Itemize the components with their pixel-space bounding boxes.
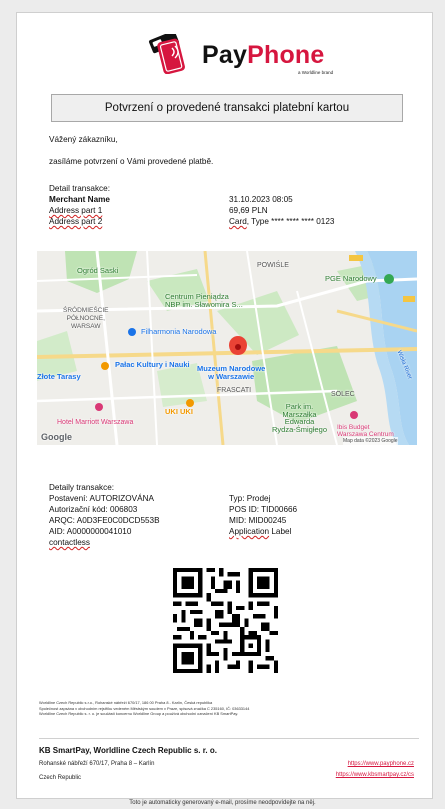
map-label: UKI UKI	[165, 407, 193, 416]
map-label: Filharmonia Narodowa	[141, 327, 217, 336]
company-address: Rohanské nábřeží 670/17, Praha 8 – Karlí…	[39, 761, 155, 767]
kbsmartpay-link[interactable]: https://www.kbsmartpay.cz/cs	[336, 772, 414, 778]
legal-text: Worldline Czech Republic s.r.o., Rohansk…	[39, 700, 250, 717]
map-label: POWIŚLE	[257, 262, 289, 269]
map-label: SOLEC	[331, 391, 355, 398]
auth-code: Autorizační kód: 006803	[49, 505, 138, 514]
aid: AID: A0000000041010	[49, 527, 132, 536]
map-label: Ibis Budget Warszawa Centrum	[337, 424, 394, 438]
email-receipt: PayPhone a Worldline brand Potvrzení o p…	[16, 12, 433, 799]
greeting: Vážený zákazníku,	[49, 135, 118, 144]
intro-text: zasíláme potvrzení o Vámi provedené plat…	[49, 157, 214, 166]
transaction-amount: 69,69 PLN	[229, 206, 268, 215]
merchant-name: Merchant Name	[49, 195, 110, 204]
transaction-type: Typ: Prodej	[229, 494, 271, 503]
footer-divider	[39, 738, 419, 739]
map-label: ŚRÓDMIEŚCIE PÓŁNOCNE, WARSAW	[63, 307, 109, 330]
map-attribution: Map data ©2023 Google	[343, 437, 398, 445]
map-label: Muzeum Narodowe w Warszawie	[197, 364, 266, 381]
arqc: ARQC: A0D3FE0C0DCD553B	[49, 516, 160, 525]
google-logo: Google	[41, 432, 72, 442]
map-label: Ogród Saski	[77, 266, 119, 275]
transaction-datetime: 31.10.2023 08:05	[229, 195, 293, 204]
detail-header: Detail transakce:	[49, 184, 110, 193]
map-label: Złote Tarasy	[37, 372, 81, 381]
status: Postavení: AUTORIZOVÁNA	[49, 494, 154, 503]
map-label: FRASCATI	[217, 387, 252, 394]
map-label: Centrum Pieniądza NBP im. Sławomira S...	[165, 292, 243, 309]
contactless: contactless	[49, 538, 90, 547]
card-info: Card, Type **** **** **** 0123	[229, 217, 335, 226]
merchant-address-1: Address part 1	[49, 206, 103, 215]
merchant-address-2: Address part 2	[49, 217, 103, 226]
application-label: Application Label	[229, 527, 292, 536]
qr-code	[173, 568, 278, 673]
auto-generated-note: Toto je automaticky generovaný e-mail, p…	[129, 800, 316, 806]
mid: MID: MID00245	[229, 516, 287, 525]
payphone-logo: PayPhone a Worldline brand	[132, 27, 333, 77]
pos-id: POS ID: TID00666	[229, 505, 298, 514]
brand-tagline: a Worldline brand	[298, 70, 334, 75]
map-label: Hotel Marriott Warszawa	[57, 419, 134, 426]
details-header: Detaily transakce:	[49, 483, 115, 492]
map-label: Park im. Marszałka Edwarda Rydza-Śmigłeg…	[272, 402, 328, 434]
location-map[interactable]: Ogród Saski POWIŚLE ŚRÓDMIEŚCIE PÓŁNOCNE…	[37, 251, 417, 445]
map-label: Pałac Kultury i Nauki	[115, 360, 190, 369]
phone-card-icon	[149, 34, 185, 74]
map-label: PGE Narodowy	[325, 274, 377, 283]
company-name: KB SmartPay, Worldline Czech Republic s.…	[39, 746, 217, 755]
company-country: Czech Republic	[39, 775, 82, 781]
payphone-link[interactable]: https://www.payphone.cz	[348, 761, 414, 767]
brand-name: PayPhone	[202, 41, 325, 69]
receipt-title: Potvrzení o provedené transakci platební…	[51, 94, 403, 122]
